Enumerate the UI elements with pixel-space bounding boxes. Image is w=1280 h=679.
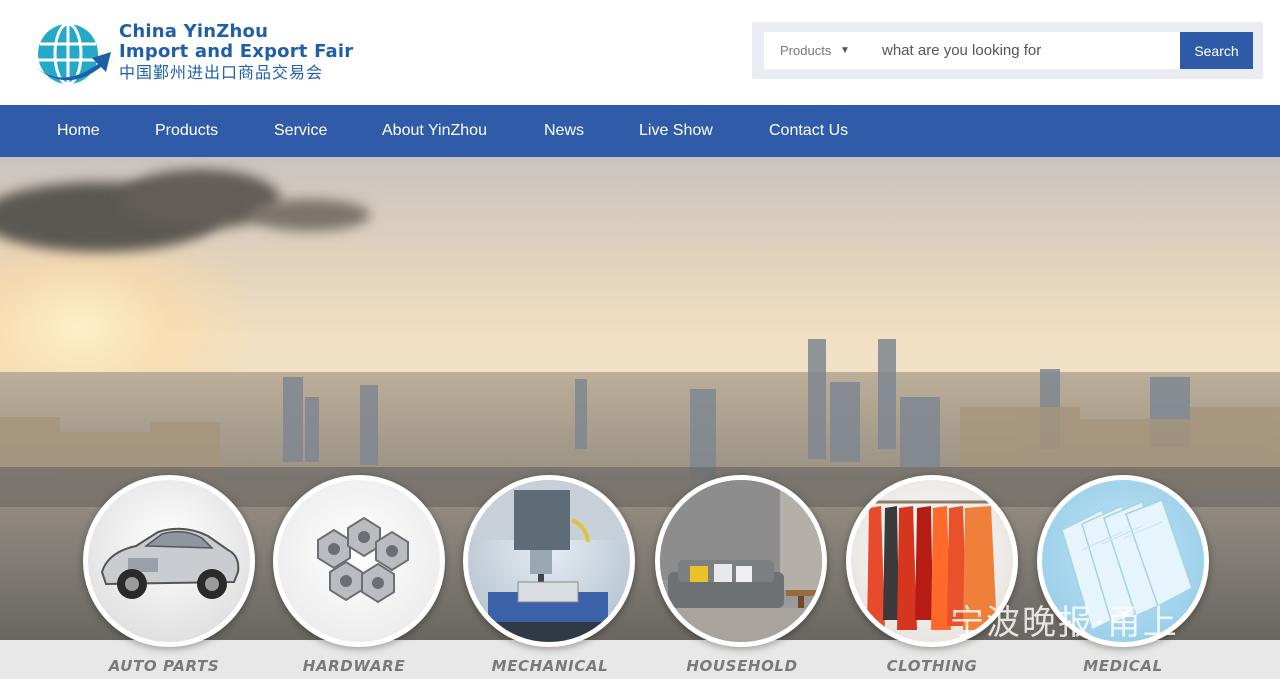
car-icon bbox=[100, 527, 240, 599]
hex-nuts-icon bbox=[317, 516, 409, 604]
cnc-machine-icon bbox=[468, 480, 630, 642]
category-mechanical[interactable] bbox=[463, 475, 635, 647]
nav-item-home[interactable]: Home bbox=[57, 105, 100, 157]
category-label-medical[interactable]: MEDICAL bbox=[1037, 657, 1209, 675]
search-input[interactable] bbox=[864, 32, 1180, 69]
logo-line1: China YinZhou bbox=[119, 21, 269, 42]
sofa-icon bbox=[660, 480, 822, 642]
site-header: China YinZhou Import and Export Fair 中国鄞… bbox=[0, 0, 1280, 105]
main-nav: Home Products Service About YinZhou News… bbox=[0, 105, 1280, 157]
logo-text: China YinZhou Import and Export Fair 中国鄞… bbox=[119, 22, 353, 84]
site-logo[interactable]: China YinZhou Import and Export Fair 中国鄞… bbox=[32, 18, 372, 90]
watermark: 宁波晚报·甬上 bbox=[950, 603, 1179, 643]
category-label-mechanical[interactable]: MECHANICAL bbox=[464, 657, 636, 675]
hero-banner: AUTO PARTS HARDWARE MECHANICAL HOUSEHOLD… bbox=[0, 157, 1280, 679]
search-category-select[interactable]: Products ▼ bbox=[764, 32, 864, 69]
category-label-household[interactable]: HOUSEHOLD bbox=[656, 657, 828, 675]
search-button[interactable]: Search bbox=[1180, 32, 1253, 69]
search-category-label: Products bbox=[780, 43, 832, 58]
search-bar: Products ▼ Search bbox=[752, 22, 1263, 79]
logo-line2: Import and Export Fair bbox=[119, 41, 354, 62]
logo-line3: 中国鄞州进出口商品交易会 bbox=[119, 63, 324, 82]
globe-arrow-icon bbox=[34, 22, 111, 86]
category-row: AUTO PARTS HARDWARE MECHANICAL HOUSEHOLD… bbox=[0, 157, 1280, 679]
nav-item-contact[interactable]: Contact Us bbox=[769, 105, 848, 157]
caret-down-icon: ▼ bbox=[840, 45, 850, 56]
category-household[interactable] bbox=[655, 475, 827, 647]
nav-item-about[interactable]: About YinZhou bbox=[382, 105, 487, 157]
category-label-auto-parts[interactable]: AUTO PARTS bbox=[78, 657, 250, 675]
category-label-clothing[interactable]: CLOTHING bbox=[846, 657, 1018, 675]
category-auto-parts[interactable] bbox=[83, 475, 255, 647]
nav-item-products[interactable]: Products bbox=[155, 105, 218, 157]
category-label-hardware[interactable]: HARDWARE bbox=[268, 657, 440, 675]
category-hardware[interactable] bbox=[273, 475, 445, 647]
nav-item-news[interactable]: News bbox=[544, 105, 584, 157]
nav-item-live-show[interactable]: Live Show bbox=[639, 105, 713, 157]
nav-item-service[interactable]: Service bbox=[274, 105, 327, 157]
